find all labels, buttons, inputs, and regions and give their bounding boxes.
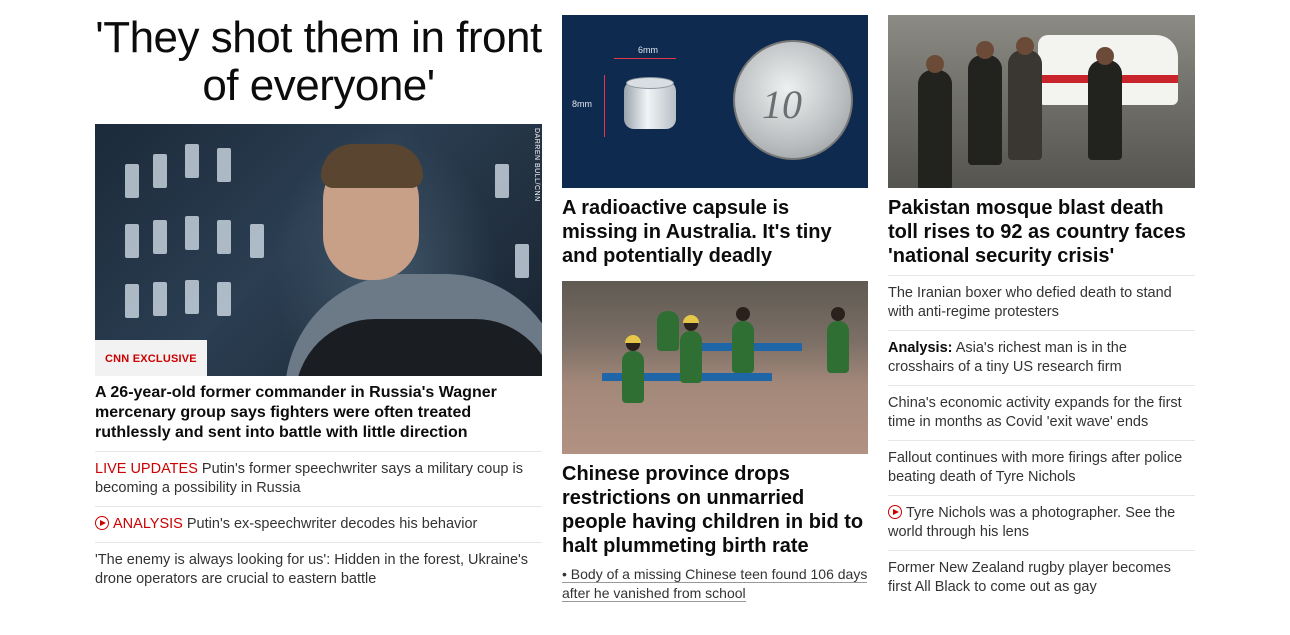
play-video-icon [888, 505, 902, 519]
list-item[interactable]: Analysis: Asia's richest man is in the c… [888, 330, 1195, 385]
width-dimension-line [614, 58, 676, 59]
list-item[interactable]: China's economic activity expands for th… [888, 385, 1195, 440]
building-window [217, 220, 231, 254]
list-item-text: The Iranian boxer who defied death to st… [888, 285, 1172, 320]
hero-title[interactable]: 'They shot them in front of everyone' [95, 14, 542, 110]
pakistan-headline[interactable]: Pakistan mosque blast death toll rises t… [888, 196, 1195, 268]
child-figure [732, 321, 754, 373]
live-updates-kicker: LIVE UPDATES [95, 461, 198, 477]
building-window [185, 144, 199, 178]
building-window [495, 164, 509, 198]
photo-credit: DARREN BULL/CNN [533, 128, 540, 202]
building-window [125, 164, 139, 198]
child-figure [622, 351, 644, 403]
list-item-text: Fallout continues with more firings afte… [888, 450, 1183, 485]
building-window [185, 280, 199, 314]
pakistan-blast-photo[interactable] [888, 15, 1195, 188]
crowd-figure [1008, 50, 1042, 160]
crowd-head [976, 41, 994, 59]
right-column: Pakistan mosque blast death toll rises t… [888, 0, 1195, 605]
child-figure [680, 331, 702, 383]
exclusive-badge: CNN EXCLUSIVE [95, 340, 207, 376]
related-story-link[interactable]: • Body of a missing Chinese teen found 1… [562, 566, 868, 602]
right-stories-list: The Iranian boxer who defied death to st… [888, 275, 1195, 605]
play-video-icon [95, 516, 109, 530]
height-dimension-line [604, 75, 605, 137]
building-window [125, 224, 139, 258]
building-window [185, 216, 199, 250]
child-cap [625, 335, 641, 343]
building-window [153, 220, 167, 254]
middle-column: 6mm 8mm 10 A radioactive capsule is miss… [562, 0, 868, 603]
list-item-text: China's economic activity expands for th… [888, 395, 1182, 430]
list-item[interactable]: 'The enemy is always looking for us': Hi… [95, 542, 542, 597]
building-window [153, 282, 167, 316]
chinese-school-photo[interactable] [562, 281, 868, 454]
child-head [736, 307, 750, 321]
list-item-text: Former New Zealand rugby player becomes … [888, 560, 1171, 595]
radioactive-capsule-photo[interactable]: 6mm 8mm 10 [562, 15, 868, 188]
child-head [831, 307, 845, 321]
related-link-wrapper: • Body of a missing Chinese teen found 1… [562, 565, 868, 603]
lead-headline[interactable]: A 26-year-old former commander in Russia… [95, 383, 542, 443]
building-window [125, 284, 139, 318]
list-item-text: Putin's ex-speechwriter decodes his beha… [182, 516, 478, 532]
building-window [153, 154, 167, 188]
related-stories-list: LIVE UPDATES Putin's former speechwriter… [95, 451, 542, 597]
wagner-commander-photo[interactable]: DARREN BULL/CNN CNN EXCLUSIVE [95, 124, 542, 376]
coin-value: 10 [762, 82, 802, 127]
list-item[interactable]: Tyre Nichols was a photographer. See the… [888, 495, 1195, 550]
list-item[interactable]: The Iranian boxer who defied death to st… [888, 275, 1195, 330]
officer-head [926, 55, 944, 73]
list-item-text: 'The enemy is always looking for us': Hi… [95, 552, 529, 587]
list-item[interactable]: ANALYSIS Putin's ex-speechwriter decodes… [95, 506, 542, 542]
width-dimension-label: 6mm [638, 45, 658, 55]
list-item[interactable]: LIVE UPDATES Putin's former speechwriter… [95, 451, 542, 506]
building-window [217, 148, 231, 182]
lead-story-column: 'They shot them in front of everyone' DA… [95, 0, 542, 597]
capsule-top [626, 77, 674, 89]
police-officer-figure [918, 70, 952, 188]
crowd-head [1016, 37, 1034, 55]
list-item-text: Tyre Nichols was a photographer. See the… [888, 505, 1176, 540]
building-window [250, 224, 264, 258]
building-window [515, 244, 529, 278]
crowd-head [1096, 47, 1114, 65]
list-item[interactable]: Former New Zealand rugby player becomes … [888, 550, 1195, 605]
child-figure [657, 311, 679, 351]
height-dimension-label: 8mm [572, 99, 592, 109]
child-figure [827, 321, 849, 373]
person-hair [321, 144, 423, 188]
china-headline[interactable]: Chinese province drops restrictions on u… [562, 462, 868, 558]
crowd-figure [968, 55, 1002, 165]
analysis-kicker: ANALYSIS [113, 516, 183, 532]
analysis-label: Analysis: [888, 340, 953, 356]
building-window [217, 282, 231, 316]
list-item[interactable]: Fallout continues with more firings afte… [888, 440, 1195, 495]
child-cap [683, 315, 699, 323]
crowd-figure [1088, 60, 1122, 160]
capsule-headline[interactable]: A radioactive capsule is missing in Aust… [562, 196, 868, 268]
